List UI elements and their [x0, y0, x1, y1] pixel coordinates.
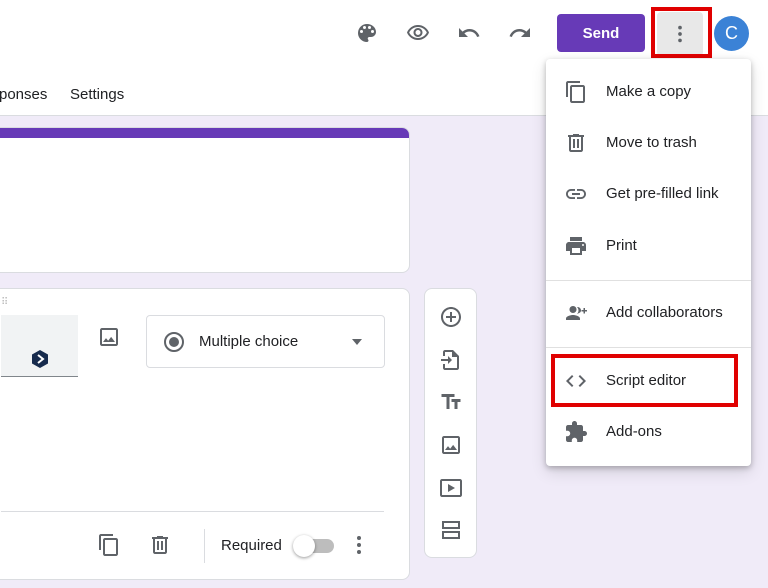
menu-item-label: Add collaborators: [606, 304, 723, 321]
add-image-icon[interactable]: [438, 432, 464, 458]
accent-band: [0, 128, 409, 138]
link-icon: [566, 189, 586, 199]
tab-settings[interactable]: Settings: [70, 86, 124, 103]
chevron-down-icon: [352, 339, 362, 345]
avatar[interactable]: C: [714, 16, 749, 51]
send-button[interactable]: Send: [557, 14, 645, 52]
trash-icon: [568, 134, 584, 152]
form-title-card[interactable]: [0, 127, 410, 273]
menu-item-get-pre-filled-link[interactable]: Get pre-filled link: [546, 169, 751, 219]
duplicate-icon[interactable]: [97, 533, 121, 562]
menu-item-label: Move to trash: [606, 134, 697, 151]
question-toolbar: [424, 288, 477, 558]
extension-logo-icon: [32, 350, 48, 368]
divider: [204, 529, 205, 563]
menu-item-move-to-trash[interactable]: Move to trash: [546, 118, 751, 168]
menu-item-label: Get pre-filled link: [606, 185, 719, 202]
copy-icon: [566, 81, 585, 103]
required-label: Required: [221, 537, 282, 554]
add-people-icon: [566, 306, 587, 320]
menu-item-label: Add-ons: [606, 423, 662, 440]
palette-icon[interactable]: [349, 15, 385, 51]
undo-icon[interactable]: [451, 15, 487, 51]
question-type-dropdown[interactable]: Multiple choice: [146, 315, 385, 368]
import-questions-icon[interactable]: [438, 347, 464, 373]
menu-item-add-ons[interactable]: Add-ons: [546, 407, 751, 457]
add-video-icon[interactable]: [438, 475, 464, 501]
question-type-label: Multiple choice: [199, 333, 299, 350]
divider: [1, 511, 384, 512]
more-vert-icon[interactable]: [347, 533, 371, 562]
menu-item-print[interactable]: Print: [546, 221, 751, 271]
menu-item-label: Make a copy: [606, 83, 692, 100]
delete-icon[interactable]: [148, 533, 172, 562]
menu-divider: [546, 347, 751, 348]
script-editor-highlight: [551, 354, 738, 407]
menu-item-label: Print: [606, 237, 637, 254]
add-question-icon[interactable]: [438, 304, 464, 330]
question-title-input[interactable]: [1, 315, 78, 377]
radio-button-icon: [164, 332, 184, 352]
add-title-icon[interactable]: [438, 389, 464, 415]
preview-eye-icon[interactable]: [400, 15, 436, 51]
tab-responses[interactable]: ponses: [0, 86, 47, 103]
add-image-icon[interactable]: [97, 325, 121, 354]
menu-divider: [546, 280, 751, 281]
drag-handle-icon[interactable]: ⠿: [1, 297, 9, 308]
more-options-highlight: [651, 7, 712, 58]
add-section-icon[interactable]: [438, 517, 464, 543]
print-icon: [566, 237, 586, 255]
puzzle-icon: [566, 421, 587, 442]
menu-item-make-a-copy[interactable]: Make a copy: [546, 67, 751, 117]
menu-item-add-collaborators[interactable]: Add collaborators: [546, 288, 751, 338]
redo-icon[interactable]: [502, 15, 538, 51]
question-card[interactable]: ⠿ Multiple choice Required: [0, 288, 410, 580]
required-toggle-thumb[interactable]: [293, 535, 315, 557]
